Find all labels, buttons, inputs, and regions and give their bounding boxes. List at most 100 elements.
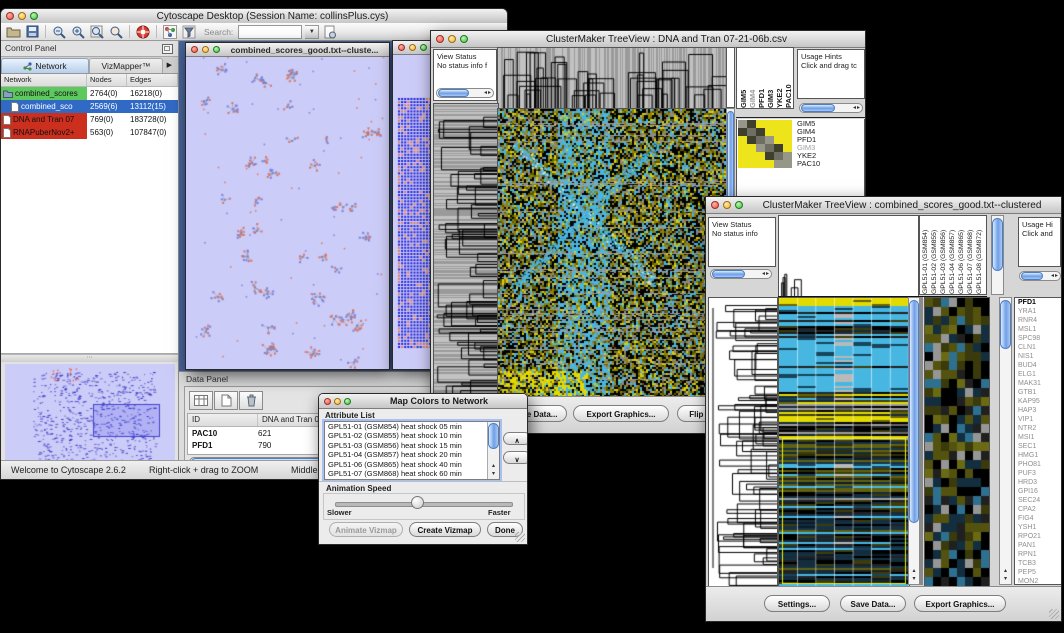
zoom-button[interactable]: [30, 12, 38, 20]
zoom-button[interactable]: [735, 201, 743, 209]
gene-label: HAP3: [1018, 406, 1062, 415]
attribute-list-item[interactable]: GPL51-03 (GSM856) heat shock 15 min: [325, 441, 499, 450]
tab-overflow-arrow-icon[interactable]: ▶: [167, 57, 178, 73]
tv1-status-hscrollbar[interactable]: ◂▸: [436, 88, 494, 98]
minimize-button[interactable]: [448, 35, 456, 43]
save-data-button[interactable]: Save Data...: [840, 595, 906, 612]
network-row[interactable]: DNA and Tran 07769(0)183728(0): [1, 113, 178, 126]
tv2-genes-vscrollbar[interactable]: ▴▾: [999, 297, 1012, 585]
tv1-hints-hscrollbar[interactable]: ◂▸: [799, 103, 863, 113]
speed-slider-thumb[interactable]: [411, 496, 424, 509]
col-nodes[interactable]: Nodes: [87, 74, 127, 86]
filter-icon[interactable]: [181, 24, 197, 39]
network-canvas-1[interactable]: [186, 56, 389, 370]
minimize-button[interactable]: [202, 46, 209, 53]
tv1-zoom-matrix[interactable]: [738, 120, 792, 168]
search-dropdown-arrow-icon[interactable]: ▼: [305, 25, 319, 39]
close-button[interactable]: [436, 35, 444, 43]
zoom-button[interactable]: [460, 35, 468, 43]
resize-grip-icon[interactable]: [515, 532, 525, 542]
move-down-button[interactable]: ∨: [503, 451, 528, 464]
attribute-list-item[interactable]: GPL51-07 (GSM868) heat shock 60 min: [325, 469, 499, 478]
tv1-top-scroll-strip[interactable]: [726, 47, 735, 108]
zoom-button[interactable]: [344, 398, 351, 405]
close-button[interactable]: [6, 12, 14, 20]
zoom-button[interactable]: [420, 44, 427, 51]
attribute-select-icon[interactable]: [189, 391, 213, 410]
delete-attribute-icon[interactable]: [239, 391, 263, 410]
tv2-heatmap-vscrollbar[interactable]: ▴▾: [908, 297, 920, 585]
resize-grip-icon[interactable]: [1049, 609, 1059, 619]
tab-vizmapper[interactable]: VizMapper™: [89, 58, 163, 73]
float-panel-icon[interactable]: [162, 44, 173, 54]
tv2-detail-heatmap[interactable]: [924, 297, 990, 587]
tv1-heatmap[interactable]: [497, 108, 727, 401]
search-input[interactable]: [238, 25, 302, 39]
save-icon[interactable]: [24, 24, 40, 39]
new-attribute-icon[interactable]: [214, 391, 238, 410]
dialog-title-bar[interactable]: Map Colors to Network: [319, 394, 527, 409]
scroll-thumb[interactable]: [909, 300, 919, 523]
attribute-list-item[interactable]: GPL51-04 (GSM857) heat shock 20 min: [325, 450, 499, 459]
netwin1-title-bar[interactable]: combined_scores_good.txt--cluste...: [186, 43, 389, 57]
tv2-usage-hints: Usage HiClick and: [1018, 217, 1061, 267]
close-button[interactable]: [398, 44, 405, 51]
attribute-list-item[interactable]: GPL51-02 (GSM855) heat shock 10 min: [325, 431, 499, 440]
create-vizmap-button[interactable]: Create Vizmap: [409, 522, 481, 537]
tab-network[interactable]: Network: [1, 58, 89, 73]
tv2-row-dendrogram[interactable]: [708, 297, 778, 587]
network-row[interactable]: combined_sco2569(6)13112(15): [1, 100, 178, 113]
tv2-column-dendrogram[interactable]: [778, 215, 919, 297]
tv2-heatmap[interactable]: [778, 297, 910, 587]
attribute-list[interactable]: GPL51-01 (GSM854) heat shock 05 minGPL51…: [324, 421, 500, 480]
attribute-list-item[interactable]: GPL51-06 (GSM865) heat shock 40 min: [325, 460, 499, 469]
close-button[interactable]: [191, 46, 198, 53]
animate-vizmap-button[interactable]: Animate Vizmap: [329, 522, 403, 537]
minimize-button[interactable]: [723, 201, 731, 209]
zoom-in-icon[interactable]: [70, 24, 86, 39]
tv1-row-dendrogram[interactable]: [433, 103, 499, 401]
open-folder-icon[interactable]: [5, 24, 21, 39]
zoom-fit-icon[interactable]: [89, 24, 105, 39]
tv2-labels-vscrollbar[interactable]: [991, 215, 1004, 295]
col-id[interactable]: ID: [188, 414, 258, 426]
close-button[interactable]: [711, 201, 719, 209]
close-button[interactable]: [324, 398, 331, 405]
zoom-button[interactable]: [213, 46, 220, 53]
scroll-thumb[interactable]: [1000, 300, 1011, 349]
settings-button[interactable]: Settings...: [764, 595, 830, 612]
network-table-header[interactable]: Network Nodes Edges: [1, 74, 178, 87]
export-graphics-button[interactable]: Export Graphics...: [573, 405, 669, 422]
main-title-bar[interactable]: Cytoscape Desktop (Session Name: collins…: [1, 9, 507, 24]
col-network[interactable]: Network: [1, 74, 87, 86]
tv2-button-bar: Settings... Save Data... Export Graphics..…: [706, 586, 1061, 621]
scroll-thumb[interactable]: [992, 218, 1003, 271]
tv1-column-dendrogram[interactable]: [497, 47, 727, 110]
col-edges[interactable]: Edges: [127, 74, 178, 86]
minimize-button[interactable]: [18, 12, 26, 20]
attribute-list-item[interactable]: GPL51-01 (GSM854) heat shock 05 min: [325, 422, 499, 431]
help-lifesaver-icon[interactable]: [135, 24, 151, 39]
gene-label: SEC1: [1018, 442, 1062, 451]
export-graphics-button[interactable]: Export Graphics...: [914, 595, 1006, 612]
tv2-title-bar[interactable]: ClusterMaker TreeView : combined_scores_…: [706, 197, 1061, 214]
birdseye-view[interactable]: [5, 364, 175, 464]
speed-slider-track[interactable]: [335, 502, 513, 507]
zoom-out-icon[interactable]: [51, 24, 67, 39]
attribute-list-vscrollbar[interactable]: ▴▾: [487, 422, 499, 479]
matrix-cell: [783, 128, 792, 136]
network-row[interactable]: RNAPuberNov2+563(0)107847(0): [1, 126, 178, 139]
minimize-button[interactable]: [409, 44, 416, 51]
vizmapper-icon[interactable]: [162, 24, 178, 39]
network-row[interactable]: combined_scores2764(0)16218(0): [1, 87, 178, 100]
zoom-selected-icon[interactable]: [108, 24, 124, 39]
tv2-hints-hscrollbar[interactable]: ◂▸: [1019, 271, 1061, 281]
tv2-status-hscrollbar[interactable]: ◂▸: [710, 269, 772, 279]
panel-splitter[interactable]: ⋯: [1, 354, 178, 362]
scroll-thumb[interactable]: [488, 423, 499, 449]
move-up-button[interactable]: ∧: [503, 432, 528, 445]
annotation-icon[interactable]: [322, 24, 338, 39]
tv2-pane-divider[interactable]: [920, 297, 923, 585]
minimize-button[interactable]: [334, 398, 341, 405]
tv1-title-bar[interactable]: ClusterMaker TreeView : DNA and Tran 07-…: [431, 31, 865, 48]
